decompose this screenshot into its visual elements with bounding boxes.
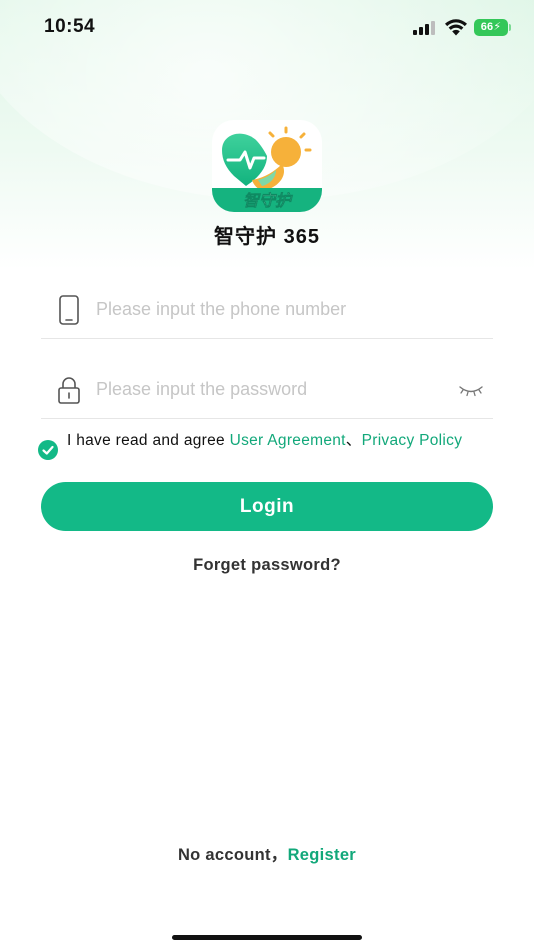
agreement-prefix: I have read and agree: [67, 432, 230, 449]
no-account-label: No account，: [177, 846, 288, 864]
privacy-policy-link[interactable]: Privacy Policy: [362, 432, 463, 449]
phone-field: [41, 280, 493, 339]
user-agreement-link[interactable]: User Agreement: [230, 432, 346, 449]
battery-indicator: 66⚡: [474, 19, 508, 36]
agreement-text: I have read and agree User Agreement、Pri…: [67, 432, 497, 449]
logo-text: 智守护: [243, 191, 293, 210]
signal-icon: [413, 21, 435, 35]
battery-cap: [509, 24, 511, 31]
charging-bolt-icon: ⚡: [493, 21, 502, 33]
phone-icon: [59, 295, 79, 325]
register-row: No account，Register: [0, 841, 534, 865]
wifi-icon: [445, 19, 467, 36]
status-time: 10:54: [44, 16, 96, 37]
home-indicator[interactable]: [172, 935, 362, 940]
battery-level: 66: [480, 21, 494, 33]
app-logo: 智守护: [212, 120, 322, 212]
check-circle-icon: [42, 445, 54, 455]
agreement-checkbox[interactable]: [38, 440, 58, 460]
login-button[interactable]: Login: [41, 482, 493, 531]
login-screen: 10:54 66⚡ 智守护 智守护 365 Please input the p…: [0, 0, 534, 950]
forget-password-link[interactable]: Forget password?: [0, 556, 534, 575]
password-input[interactable]: [96, 372, 446, 406]
agreement-separator: 、: [345, 432, 362, 449]
register-link[interactable]: Register: [288, 846, 356, 864]
phone-input[interactable]: [96, 292, 446, 326]
status-bar: 10:54 66⚡: [0, 0, 534, 56]
password-field: [41, 360, 493, 419]
eye-closed-icon[interactable]: [459, 383, 483, 397]
app-title: 智守护 365: [214, 226, 320, 248]
lock-icon: [58, 377, 80, 404]
